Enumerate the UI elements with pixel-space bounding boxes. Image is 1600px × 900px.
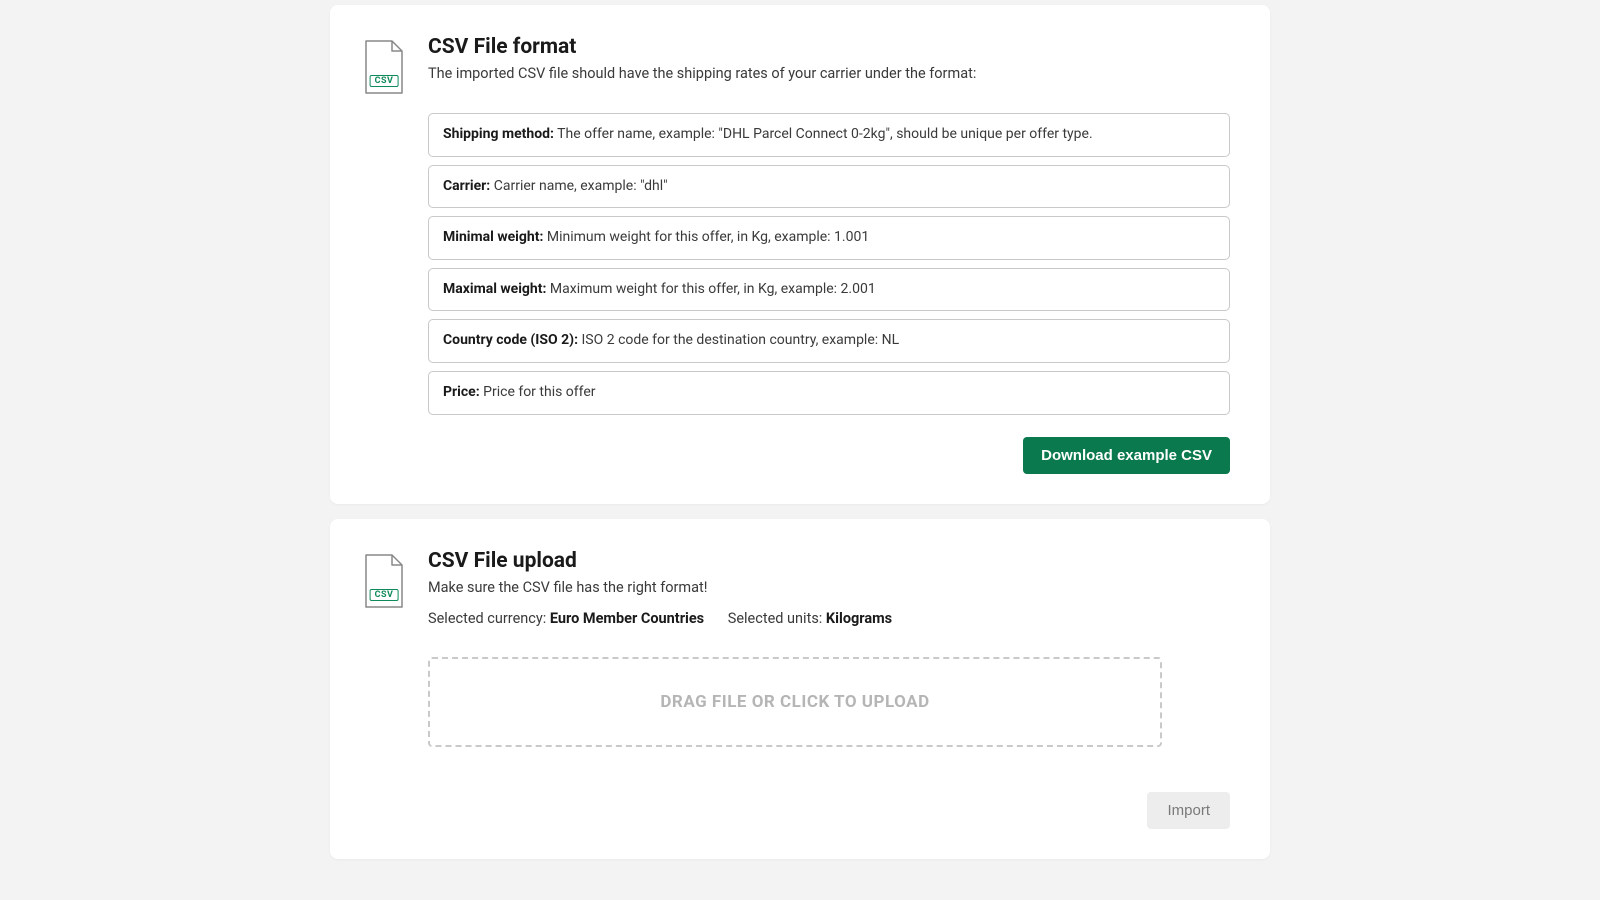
csv-file-icon: CSV [360,39,408,95]
field-minimal-weight: Minimal weight: Minimum weight for this … [428,216,1230,260]
selected-units: Selected units: Kilograms [728,610,892,627]
card-header: CSV CSV File upload Make sure the CSV fi… [360,549,1230,628]
field-label: Minimal weight: [443,229,543,245]
selected-currency: Selected currency: Euro Member Countries [428,610,708,627]
csv-badge: CSV [370,75,399,87]
field-shipping-method: Shipping method: The offer name, example… [428,113,1230,157]
format-fields-list: Shipping method: The offer name, example… [428,113,1230,415]
field-label: Price: [443,384,480,400]
field-label: Maximal weight: [443,281,546,297]
csv-badge: CSV [370,589,399,601]
field-label: Carrier: [443,178,490,194]
field-label: Country code (ISO 2): [443,332,578,348]
field-desc: Maximum weight for this offer, in Kg, ex… [546,281,875,297]
csv-file-icon: CSV [360,553,408,609]
field-desc: ISO 2 code for the destination country, … [578,332,899,348]
csv-upload-card: CSV CSV File upload Make sure the CSV fi… [330,519,1270,860]
upload-title: CSV File upload [428,549,1230,573]
currency-label: Selected currency: [428,610,550,627]
field-carrier: Carrier: Carrier name, example: "dhl" [428,165,1230,209]
field-desc: Price for this offer [480,384,596,400]
field-label: Shipping method: [443,126,554,142]
download-example-csv-button[interactable]: Download example CSV [1023,437,1230,474]
file-dropzone[interactable]: DRAG FILE OR CLICK TO UPLOAD [428,657,1162,747]
field-desc: Minimum weight for this offer, in Kg, ex… [543,229,869,245]
format-title: CSV File format [428,35,1230,59]
upload-subtitle: Make sure the CSV file has the right for… [428,577,1230,599]
import-button[interactable]: Import [1147,792,1230,829]
field-country-code: Country code (ISO 2): ISO 2 code for the… [428,319,1230,363]
card-header: CSV CSV File format The imported CSV fil… [360,35,1230,95]
field-price: Price: Price for this offer [428,371,1230,415]
field-desc: Carrier name, example: "dhl" [490,178,667,194]
csv-format-card: CSV CSV File format The imported CSV fil… [330,5,1270,504]
field-desc: The offer name, example: "DHL Parcel Con… [554,126,1093,142]
upload-meta: Selected currency: Euro Member Countries… [428,610,1230,627]
units-value: Kilograms [826,610,892,627]
field-maximal-weight: Maximal weight: Maximum weight for this … [428,268,1230,312]
format-subtitle: The imported CSV file should have the sh… [428,63,1230,85]
dropzone-text: DRAG FILE OR CLICK TO UPLOAD [660,692,929,712]
currency-value: Euro Member Countries [550,610,704,627]
units-label: Selected units: [728,610,826,627]
